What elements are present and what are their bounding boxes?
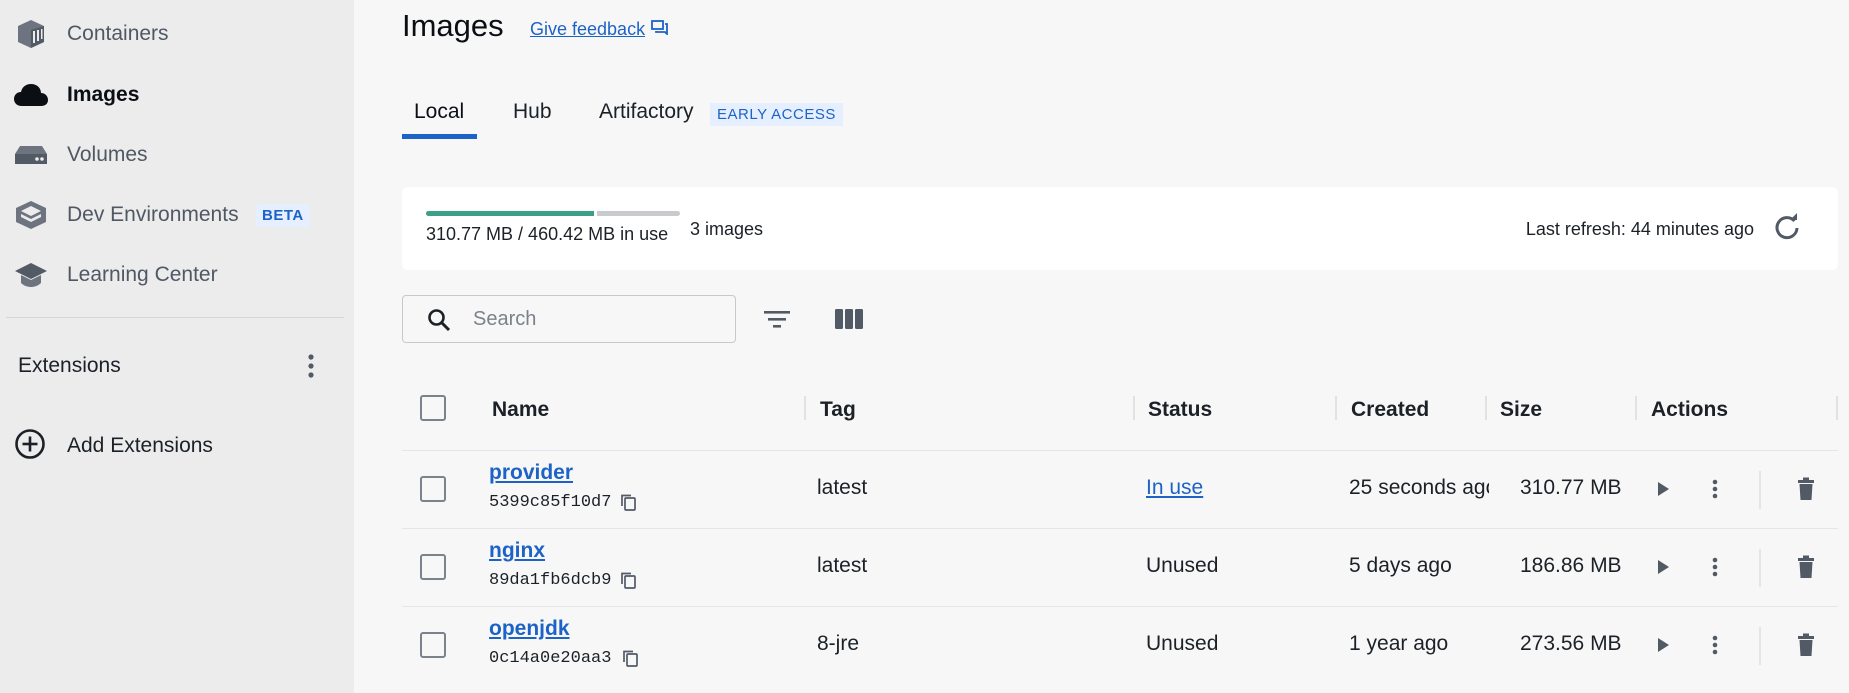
action-separator	[1759, 627, 1761, 665]
cloud-icon	[12, 77, 50, 113]
column-separator	[1836, 396, 1838, 420]
disk-usage-text: 310.77 MB / 460.42 MB in use	[426, 224, 669, 244]
copy-icon[interactable]	[620, 494, 638, 512]
image-id: 5399c85f10d7	[489, 493, 612, 512]
sidebar-item-dev-environments[interactable]: Dev Environments BETA	[0, 187, 354, 243]
add-circle-icon	[14, 428, 46, 465]
column-separator	[1635, 396, 1637, 420]
search-field[interactable]	[402, 295, 736, 343]
delete-icon[interactable]	[1792, 475, 1820, 503]
image-size: 186.86 MB	[1520, 554, 1622, 577]
volume-icon	[12, 137, 50, 173]
run-icon[interactable]	[1649, 631, 1677, 659]
row-checkbox[interactable]	[420, 554, 446, 580]
images-count: 3 images	[690, 219, 764, 239]
feedback-icon	[651, 19, 668, 40]
dev-env-icon	[12, 197, 50, 233]
more-options-icon[interactable]	[1701, 631, 1729, 659]
action-separator	[1759, 549, 1761, 587]
delete-icon[interactable]	[1792, 553, 1820, 581]
column-header-name[interactable]: Name	[492, 398, 549, 422]
column-separator	[1485, 396, 1487, 420]
containers-icon	[12, 16, 50, 52]
more-options-icon[interactable]	[1701, 553, 1729, 581]
image-name-link[interactable]: nginx	[489, 539, 545, 563]
column-header-actions: Actions	[1651, 398, 1729, 421]
sidebar-item-label: Images	[67, 83, 140, 106]
image-status: Unused	[1146, 632, 1219, 655]
run-icon[interactable]	[1649, 553, 1677, 581]
search-input[interactable]	[473, 306, 713, 332]
column-separator	[1335, 396, 1337, 420]
tab-active-indicator	[402, 134, 477, 139]
action-separator	[1759, 471, 1761, 509]
early-access-badge: EARLY ACCESS	[710, 103, 843, 126]
sidebar-item-label: Learning Center	[67, 263, 218, 286]
table-header: Name Tag Status Created Size Actions	[402, 380, 1838, 450]
image-size: 273.56 MB	[1520, 632, 1622, 655]
image-created: 25 seconds ago	[1349, 476, 1489, 499]
copy-icon[interactable]	[622, 650, 640, 668]
image-name-link[interactable]: openjdk	[489, 617, 570, 641]
extensions-menu-icon[interactable]	[302, 350, 320, 382]
image-created: 5 days ago	[1349, 554, 1452, 577]
image-tag: 8-jre	[817, 632, 860, 655]
image-id: 89da1fb6dcb9	[489, 571, 612, 590]
more-options-icon[interactable]	[1701, 475, 1729, 503]
give-feedback-label: Give feedback	[530, 19, 646, 39]
tab-local[interactable]: Local	[414, 100, 464, 124]
disk-usage-bar-fill	[426, 211, 598, 216]
column-separator	[1133, 396, 1135, 420]
image-created: 1 year ago	[1349, 632, 1449, 655]
sidebar-item-label: Dev Environments	[67, 203, 239, 226]
sidebar-item-learning-center[interactable]: Learning Center	[0, 247, 354, 303]
column-header-size[interactable]: Size	[1500, 398, 1542, 422]
sidebar-item-containers[interactable]: Containers	[0, 6, 354, 62]
sidebar-item-label: Containers	[67, 22, 169, 45]
column-header-status[interactable]: Status	[1148, 398, 1212, 422]
table-row[interactable]: provider 5399c85f10d7 latest In use 25 s…	[402, 450, 1838, 528]
image-name-link[interactable]: provider	[489, 461, 573, 485]
run-icon[interactable]	[1649, 475, 1677, 503]
sidebar-item-volumes[interactable]: Volumes	[0, 127, 354, 183]
sidebar-item-images[interactable]: Images	[0, 67, 354, 123]
copy-icon[interactable]	[620, 572, 638, 590]
add-extensions-label: Add Extensions	[67, 434, 213, 457]
sidebar: Containers Images Volumes Dev Environmen…	[0, 0, 354, 693]
extensions-title: Extensions	[18, 354, 121, 377]
search-icon	[427, 308, 451, 337]
select-all-checkbox[interactable]	[420, 395, 446, 421]
row-checkbox[interactable]	[420, 632, 446, 658]
graduation-cap-icon	[12, 257, 50, 293]
tab-artifactory[interactable]: Artifactory	[599, 100, 694, 124]
add-extensions-button[interactable]: Add Extensions	[0, 424, 354, 464]
columns-icon[interactable]	[832, 303, 866, 335]
image-id: 0c14a0e20aa3	[489, 649, 612, 668]
last-refresh-text: Last refresh: 44 minutes ago	[1525, 219, 1754, 239]
tab-hub[interactable]: Hub	[513, 100, 552, 124]
page-title: Images	[402, 8, 504, 43]
image-size: 310.77 MB	[1520, 476, 1622, 499]
image-tag: latest	[817, 476, 868, 499]
column-header-tag[interactable]: Tag	[820, 398, 856, 422]
image-status: Unused	[1146, 554, 1219, 577]
row-checkbox[interactable]	[420, 476, 446, 502]
image-status-link[interactable]: In use	[1146, 476, 1203, 500]
filter-icon[interactable]	[760, 303, 794, 335]
sidebar-divider	[6, 317, 344, 318]
sidebar-item-label: Volumes	[67, 143, 148, 166]
column-header-created[interactable]: Created	[1351, 398, 1429, 422]
give-feedback-link[interactable]: Give feedback	[530, 19, 668, 40]
delete-icon[interactable]	[1792, 631, 1820, 659]
disk-usage-card: 310.77 MB / 460.42 MB in use 3 images La…	[402, 187, 1838, 270]
beta-badge: BETA	[256, 203, 310, 227]
column-separator	[804, 396, 806, 420]
refresh-icon[interactable]	[1772, 212, 1802, 242]
table-row[interactable]: openjdk 0c14a0e20aa3 8-jre Unused 1 year…	[402, 606, 1838, 684]
table-row[interactable]: nginx 89da1fb6dcb9 latest Unused 5 days …	[402, 528, 1838, 606]
disk-usage-bar	[426, 211, 680, 216]
image-tag: latest	[817, 554, 868, 577]
